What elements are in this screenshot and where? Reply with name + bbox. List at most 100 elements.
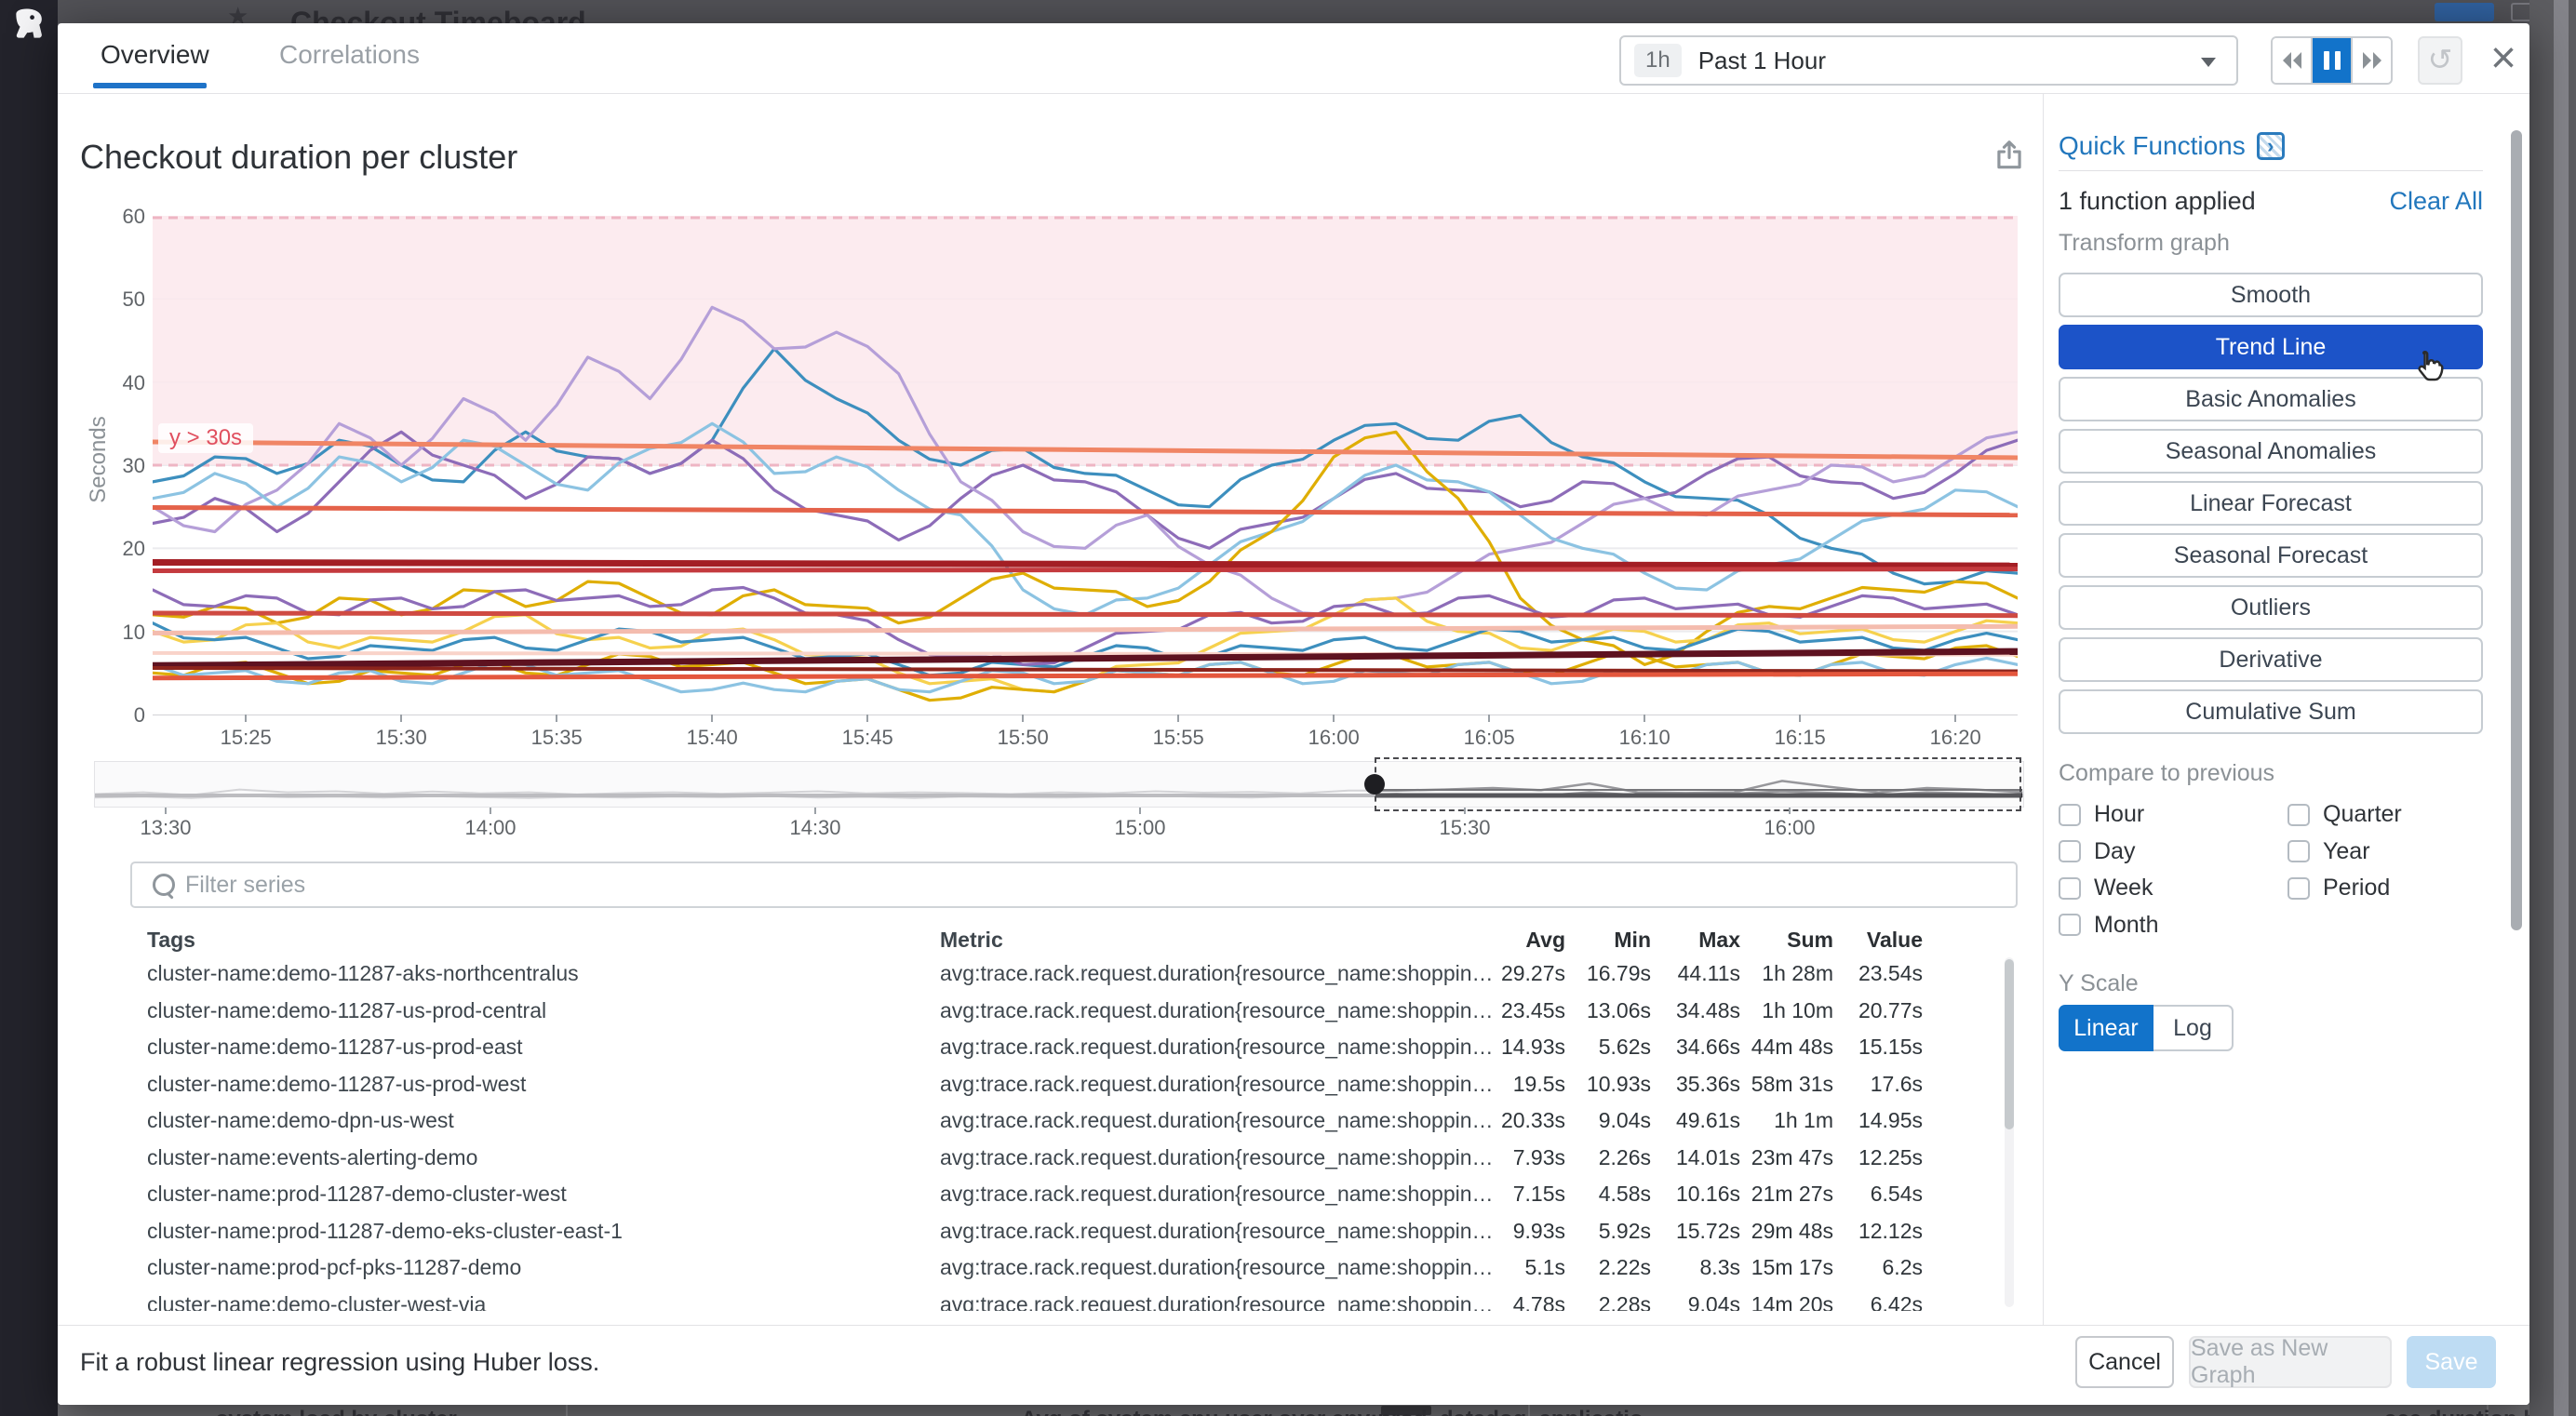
table-row[interactable]: cluster-name:demo-11287-aks-northcentral… xyxy=(95,955,2018,993)
transform-button-trend-line[interactable]: Trend Line xyxy=(2059,325,2483,369)
y-scale-log-button[interactable]: Log xyxy=(2153,1005,2234,1051)
y-tick: 0 xyxy=(89,703,145,728)
pause-button[interactable] xyxy=(2311,38,2351,83)
fast-forward-button[interactable] xyxy=(2351,38,2391,83)
minimap-selection-handle[interactable] xyxy=(1364,774,1385,795)
x-tick-mark xyxy=(1954,715,1956,722)
x-tick: 15:25 xyxy=(221,726,272,750)
compare-to-previous-label: Compare to previous xyxy=(2059,760,2274,787)
transform-button-smooth[interactable]: Smooth xyxy=(2059,273,2483,317)
series-sum: 23m 47s xyxy=(1740,1145,1833,1170)
save-button[interactable]: Save xyxy=(2407,1336,2496,1388)
series-min: 16.79s xyxy=(1565,961,1651,986)
compare-checkbox-hour[interactable]: Hour xyxy=(2059,796,2158,834)
series-min: 2.28s xyxy=(1565,1292,1651,1311)
col-max[interactable]: Max xyxy=(1651,928,1740,953)
modal-tabbar: Overview Correlations 1h Past 1 Hour xyxy=(58,23,2529,94)
series-tag: cluster-name:demo-cluster-west-via xyxy=(147,1292,940,1311)
graph-title: Checkout duration per cluster xyxy=(80,138,517,177)
compare-checkbox-period[interactable]: Period xyxy=(2288,870,2402,907)
table-row[interactable]: cluster-name:prod-11287-demo-cluster-wes… xyxy=(95,1176,2018,1213)
minimap-time-label: 16:00 xyxy=(1764,816,1815,840)
tab-correlations[interactable]: Correlations xyxy=(279,40,420,70)
series-tag: cluster-name:demo-11287-us-prod-west xyxy=(147,1072,940,1097)
col-tags[interactable]: Tags xyxy=(147,928,940,953)
series-max: 9.04s xyxy=(1651,1292,1740,1311)
table-row[interactable]: cluster-name:demo-11287-us-prod-eastavg:… xyxy=(95,1029,2018,1066)
checkbox-label: Month xyxy=(2094,912,2158,939)
series-value: 6.54s xyxy=(1833,1182,1923,1207)
transform-graph-label: Transform graph xyxy=(2059,230,2230,257)
table-row[interactable]: cluster-name:demo-dpn-us-westavg:trace.r… xyxy=(95,1102,2018,1140)
series-max: 35.36s xyxy=(1651,1072,1740,1097)
panel-scrollbar-thumb[interactable] xyxy=(2511,130,2522,930)
compare-checkbox-year[interactable]: Year xyxy=(2288,834,2402,871)
transform-button-seasonal-anomalies[interactable]: Seasonal Anomalies xyxy=(2059,429,2483,474)
y-scale-linear-button[interactable]: Linear xyxy=(2059,1005,2153,1051)
minimap-time-label: 13:30 xyxy=(140,816,191,840)
close-button[interactable]: × xyxy=(2483,31,2524,87)
refresh-button[interactable]: ↺ xyxy=(2418,36,2462,85)
transform-button-basic-anomalies[interactable]: Basic Anomalies xyxy=(2059,377,2483,421)
cancel-button[interactable]: Cancel xyxy=(2075,1336,2174,1388)
table-row[interactable]: cluster-name:prod-11287-demo-eks-cluster… xyxy=(95,1213,2018,1250)
timeseries-chart[interactable] xyxy=(153,216,2018,715)
series-min: 10.93s xyxy=(1565,1072,1651,1097)
background-graph-title: ...system load by cluster xyxy=(197,1407,457,1416)
checkbox-label: Day xyxy=(2094,838,2135,865)
time-range-selector[interactable]: 1h Past 1 Hour xyxy=(1619,35,2238,86)
series-metric: avg:trace.rack.request.duration{resource… xyxy=(940,1292,1495,1311)
time-range-label: Past 1 Hour xyxy=(1698,47,1826,75)
background-dashboard-bottom: ...system load by cluster Avg of system.… xyxy=(58,1405,2576,1416)
minimap-tick xyxy=(490,808,491,814)
rewind-button[interactable] xyxy=(2273,38,2311,83)
compare-checkbox-week[interactable]: Week xyxy=(2059,870,2158,907)
col-avg[interactable]: Avg xyxy=(1495,928,1565,953)
table-row[interactable]: cluster-name:demo-11287-us-prod-westavg:… xyxy=(95,1066,2018,1103)
col-min[interactable]: Min xyxy=(1565,928,1651,953)
rewind-icon xyxy=(2278,48,2306,73)
compare-options-left: Hour Day Week Month xyxy=(2059,796,2158,943)
compare-checkbox-month[interactable]: Month xyxy=(2059,907,2158,944)
col-value[interactable]: Value xyxy=(1833,928,1923,953)
x-tick: 15:30 xyxy=(376,726,427,750)
save-as-new-graph-button[interactable]: Save as New Graph xyxy=(2189,1336,2392,1388)
minimap-time-label: 15:30 xyxy=(1439,816,1490,840)
divider xyxy=(2059,170,2483,171)
filter-series-input[interactable]: Filter series xyxy=(130,862,2018,908)
export-icon[interactable] xyxy=(1992,138,2027,173)
quick-functions-link[interactable]: Quick Functions › xyxy=(2059,131,2285,161)
minimap-selection[interactable] xyxy=(1375,757,2021,811)
transform-button-outliers[interactable]: Outliers xyxy=(2059,585,2483,630)
series-tag: cluster-name:prod-11287-demo-cluster-wes… xyxy=(147,1182,940,1207)
clear-all-link[interactable]: Clear All xyxy=(2389,187,2483,216)
compare-checkbox-quarter[interactable]: Quarter xyxy=(2288,796,2402,834)
series-tag: cluster-name:demo-11287-us-prod-east xyxy=(147,1035,940,1060)
series-min: 2.26s xyxy=(1565,1145,1651,1170)
checkbox-label: Week xyxy=(2094,875,2153,902)
series-metric: avg:trace.rack.request.duration{resource… xyxy=(940,961,1495,986)
transform-button-derivative[interactable]: Derivative xyxy=(2059,637,2483,682)
panel-divider xyxy=(2043,94,2044,1325)
series-tag: cluster-name:demo-11287-us-prod-central xyxy=(147,998,940,1023)
table-row[interactable]: cluster-name:demo-cluster-west-viaavg:tr… xyxy=(95,1287,2018,1312)
col-sum[interactable]: Sum xyxy=(1740,928,1833,953)
series-metric: avg:trace.rack.request.duration{resource… xyxy=(940,998,1495,1023)
series-metric: avg:trace.rack.request.duration{resource… xyxy=(940,1182,1495,1207)
transform-button-linear-forecast[interactable]: Linear Forecast xyxy=(2059,481,2483,526)
background-primary-button xyxy=(2435,3,2494,21)
transform-button-seasonal-forecast[interactable]: Seasonal Forecast xyxy=(2059,533,2483,578)
table-row[interactable]: cluster-name:events-alerting-demoavg:tra… xyxy=(95,1140,2018,1177)
tab-overview[interactable]: Overview xyxy=(101,40,209,70)
table-row[interactable]: cluster-name:prod-pcf-pks-11287-demoavg:… xyxy=(95,1249,2018,1287)
x-tick-mark xyxy=(866,715,868,722)
transform-button-cumulative-sum[interactable]: Cumulative Sum xyxy=(2059,689,2483,734)
series-table: Tags Metric Avg Min Max Sum Value cluste… xyxy=(95,924,2018,1311)
checkbox-icon xyxy=(2059,877,2081,900)
table-scrollbar-thumb[interactable] xyxy=(2005,959,2014,1129)
col-metric[interactable]: Metric xyxy=(940,928,1495,953)
compare-checkbox-day[interactable]: Day xyxy=(2059,834,2158,871)
table-row[interactable]: cluster-name:demo-11287-us-prod-centrala… xyxy=(95,993,2018,1030)
series-tag: cluster-name:demo-11287-aks-northcentral… xyxy=(147,961,940,986)
datadog-logo-icon xyxy=(9,4,50,45)
